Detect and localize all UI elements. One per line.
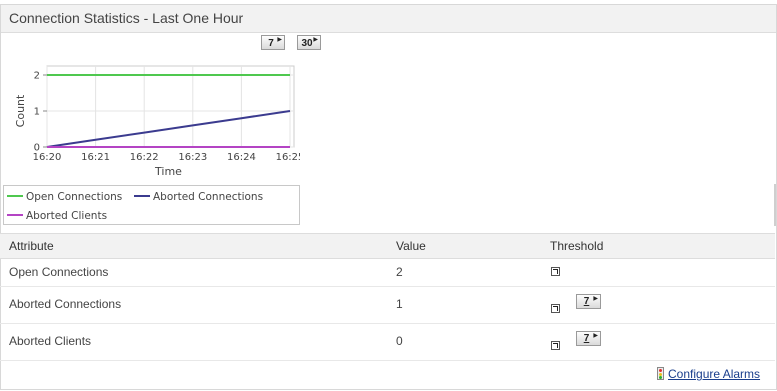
period-button-label: 30 xyxy=(301,38,313,49)
legend-label: Open Connections xyxy=(26,191,123,203)
configure-alarms-link[interactable]: Configure Alarms xyxy=(657,366,760,381)
caret-right-icon: ▶ xyxy=(593,296,598,302)
x-tick-label: 16:24 xyxy=(227,152,256,163)
x-tick-label: 16:25 xyxy=(276,152,300,163)
configure-alarms-label[interactable]: Configure Alarms xyxy=(668,367,760,381)
y-tick-label: 2 xyxy=(34,71,40,82)
legend-swatch xyxy=(134,195,150,197)
period-button-label: 7 xyxy=(268,38,274,49)
caret-right-icon: ▶ xyxy=(277,37,282,43)
panel-header: Connection Statistics - Last One Hour xyxy=(1,5,776,33)
history-7-days-button[interactable]: 7 ▶ xyxy=(576,294,601,309)
x-tick-label: 16:20 xyxy=(33,152,62,163)
value-cell: 2 xyxy=(396,265,403,279)
value-cell: 0 xyxy=(396,334,403,348)
panel-title: Connection Statistics - Last One Hour xyxy=(9,10,244,26)
value-cell: 1 xyxy=(396,297,403,311)
attribute-cell: Open Connections xyxy=(9,265,109,279)
legend-label: Aborted Connections xyxy=(153,191,264,203)
period-button-label: 7 xyxy=(583,296,590,307)
traffic-light-icon xyxy=(657,367,664,381)
header-value: Value xyxy=(396,239,426,253)
configure-threshold-icon[interactable] xyxy=(551,341,560,350)
x-tick-label: 16:22 xyxy=(130,152,159,163)
table-header: Attribute Value Threshold xyxy=(0,233,775,259)
legend-item-aborted-connections: Aborted Connections xyxy=(134,191,263,203)
x-tick-label: 16:23 xyxy=(178,152,207,163)
configure-threshold-icon[interactable] xyxy=(551,267,560,276)
legend-swatch xyxy=(7,214,23,216)
period-7-days-button[interactable]: 7 ▶ xyxy=(261,35,285,50)
scrollbar-indicator xyxy=(774,184,776,226)
table-row: Open Connections 2 xyxy=(0,258,775,287)
configure-threshold-icon[interactable] xyxy=(551,304,560,313)
y-tick-label: 1 xyxy=(34,107,40,118)
legend-item-aborted-clients: Aborted Clients xyxy=(7,210,107,222)
history-7-days-button[interactable]: 7 ▶ xyxy=(576,331,601,346)
x-axis-label: Time xyxy=(154,165,182,178)
period-button-label: 7 xyxy=(583,333,590,344)
plot-area xyxy=(46,65,295,148)
legend-item-open-connections: Open Connections xyxy=(7,191,122,203)
connection-chart-svg: 01216:2016:2116:2216:2316:2416:25TimeCou… xyxy=(14,65,300,178)
attribute-cell: Aborted Clients xyxy=(9,334,92,348)
connection-chart: 01216:2016:2116:2216:2316:2416:25TimeCou… xyxy=(5,62,300,182)
legend-label: Aborted Clients xyxy=(26,210,108,222)
header-attribute: Attribute xyxy=(9,239,54,253)
header-threshold: Threshold xyxy=(550,239,604,253)
table-row: Aborted Connections 1 7 ▶ xyxy=(0,287,775,324)
x-tick-label: 16:21 xyxy=(81,152,110,163)
attribute-cell: Aborted Connections xyxy=(9,297,122,311)
legend-swatch xyxy=(7,195,23,197)
table-row: Aborted Clients 0 7 ▶ xyxy=(0,324,775,361)
period-30-days-button[interactable]: 30 ▶ xyxy=(297,35,321,50)
caret-right-icon: ▶ xyxy=(313,37,318,43)
caret-right-icon: ▶ xyxy=(593,333,598,339)
chart-legend: Open Connections Aborted Connections Abo… xyxy=(3,185,300,225)
y-axis-label: Count xyxy=(14,94,27,127)
